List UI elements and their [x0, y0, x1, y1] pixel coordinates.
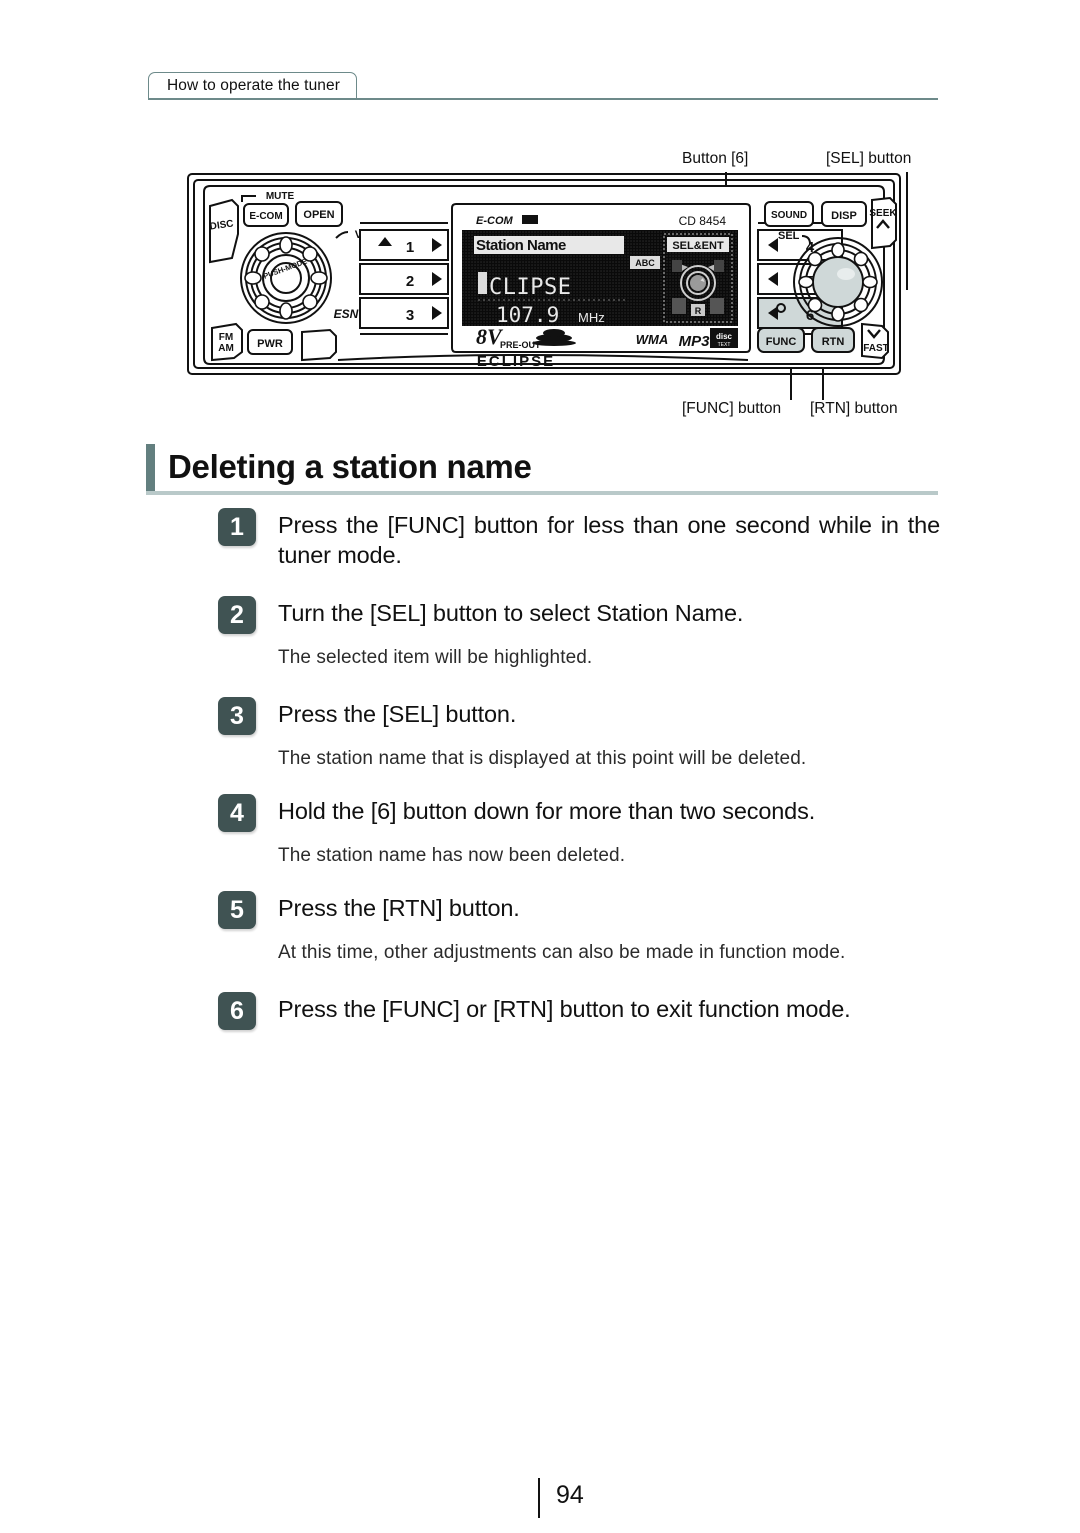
svg-text:CD 8454: CD 8454 [679, 214, 727, 228]
step-text: Hold the [6] button down for more than t… [278, 798, 816, 824]
instruction-steps: 1 Press the [FUNC] button for less than … [218, 508, 940, 1030]
step-number-badge: 4 [218, 794, 256, 832]
svg-text:RTN: RTN [822, 336, 845, 348]
callout-button-6: Button [6] [682, 150, 749, 167]
svg-text:SOUND: SOUND [771, 210, 807, 221]
svg-text:1: 1 [406, 239, 414, 256]
step-3: 3 Press the [SEL] button. [218, 697, 940, 735]
svg-text:MUTE: MUTE [266, 191, 295, 202]
svg-text:CLIPSE: CLIPSE [489, 275, 571, 300]
svg-text:FAST: FAST [863, 343, 889, 354]
page-number: 94 [556, 1481, 584, 1509]
svg-text:SEEK: SEEK [869, 208, 897, 219]
svg-text:PRE-OUT: PRE-OUT [500, 340, 541, 350]
page-title-block: Deleting a station name [146, 444, 938, 500]
svg-text:SEL: SEL [778, 230, 800, 242]
step-number-badge: 2 [218, 596, 256, 634]
step-note: The station name has now been deleted. [278, 845, 626, 866]
svg-text:OPEN: OPEN [303, 209, 334, 221]
svg-text:E-COM: E-COM [476, 215, 514, 227]
step-number-badge: 5 [218, 891, 256, 929]
svg-text:2: 2 [406, 273, 414, 290]
svg-text:TEXT: TEXT [718, 342, 731, 348]
footer-divider [538, 1478, 540, 1518]
svg-text:WMA: WMA [636, 332, 669, 347]
svg-text:DISP: DISP [831, 210, 857, 222]
head-unit-illustration: DISC MUTE E-COM OPEN VOL PUSH-MODE ESN F… [186, 168, 902, 383]
running-head: How to operate the tuner [148, 72, 938, 102]
step-text: Press the [FUNC] or [RTN] button to exit… [278, 996, 851, 1022]
svg-text:disc: disc [716, 332, 733, 341]
svg-text:FUNC: FUNC [766, 336, 797, 348]
svg-text:FM: FM [219, 332, 233, 343]
step-note: The station name that is displayed at th… [278, 748, 807, 769]
svg-text:PWR: PWR [257, 338, 283, 350]
leader-sel-button [906, 172, 908, 290]
svg-text:MP3: MP3 [679, 333, 711, 350]
step-number-badge: 6 [218, 992, 256, 1030]
title-accent-bar [146, 444, 155, 492]
svg-text:ESN: ESN [334, 307, 359, 321]
step-number-badge: 1 [218, 508, 256, 546]
step-text: Turn the [SEL] button to select Station … [278, 600, 744, 626]
step-note: At this time, other adjustments can also… [278, 942, 846, 963]
title-underline [146, 491, 938, 495]
svg-text:ECLIPSE: ECLIPSE [477, 353, 555, 370]
svg-text:Station Name: Station Name [476, 237, 566, 254]
page-title: Deleting a station name [168, 448, 532, 485]
callout-sel-button: [SEL] button [826, 150, 912, 167]
running-head-tab: How to operate the tuner [148, 72, 358, 99]
svg-text:ABC: ABC [635, 258, 655, 268]
step-6: 6 Press the [FUNC] or [RTN] button to ex… [218, 992, 940, 1030]
page-footer: 94 [0, 1476, 1080, 1522]
svg-text:3: 3 [406, 307, 414, 324]
step-4: 4 Hold the [6] button down for more than… [218, 794, 940, 832]
step-number-badge: 3 [218, 697, 256, 735]
step-5: 5 Press the [RTN] button. [218, 891, 940, 929]
svg-text:107.9: 107.9 [496, 303, 559, 327]
step-text: Press the [RTN] button. [278, 895, 520, 921]
step-1: 1 Press the [FUNC] button for less than … [218, 508, 940, 570]
step-text: Press the [FUNC] button for less than on… [278, 512, 940, 568]
svg-text:AM: AM [218, 343, 234, 354]
svg-text:MHz: MHz [578, 310, 605, 325]
svg-text:E-COM: E-COM [249, 211, 282, 222]
svg-text:R: R [695, 306, 702, 316]
callout-func-button: [FUNC] button [682, 400, 782, 417]
step-2: 2 Turn the [SEL] button to select Statio… [218, 596, 940, 634]
svg-text:SEL&ENT: SEL&ENT [672, 240, 724, 252]
running-head-label: How to operate the tuner [167, 77, 341, 94]
step-text: Press the [SEL] button. [278, 701, 517, 727]
step-note: The selected item will be highlighted. [278, 647, 593, 668]
running-head-rule [148, 98, 938, 100]
callout-rtn-button: [RTN] button [810, 400, 898, 417]
